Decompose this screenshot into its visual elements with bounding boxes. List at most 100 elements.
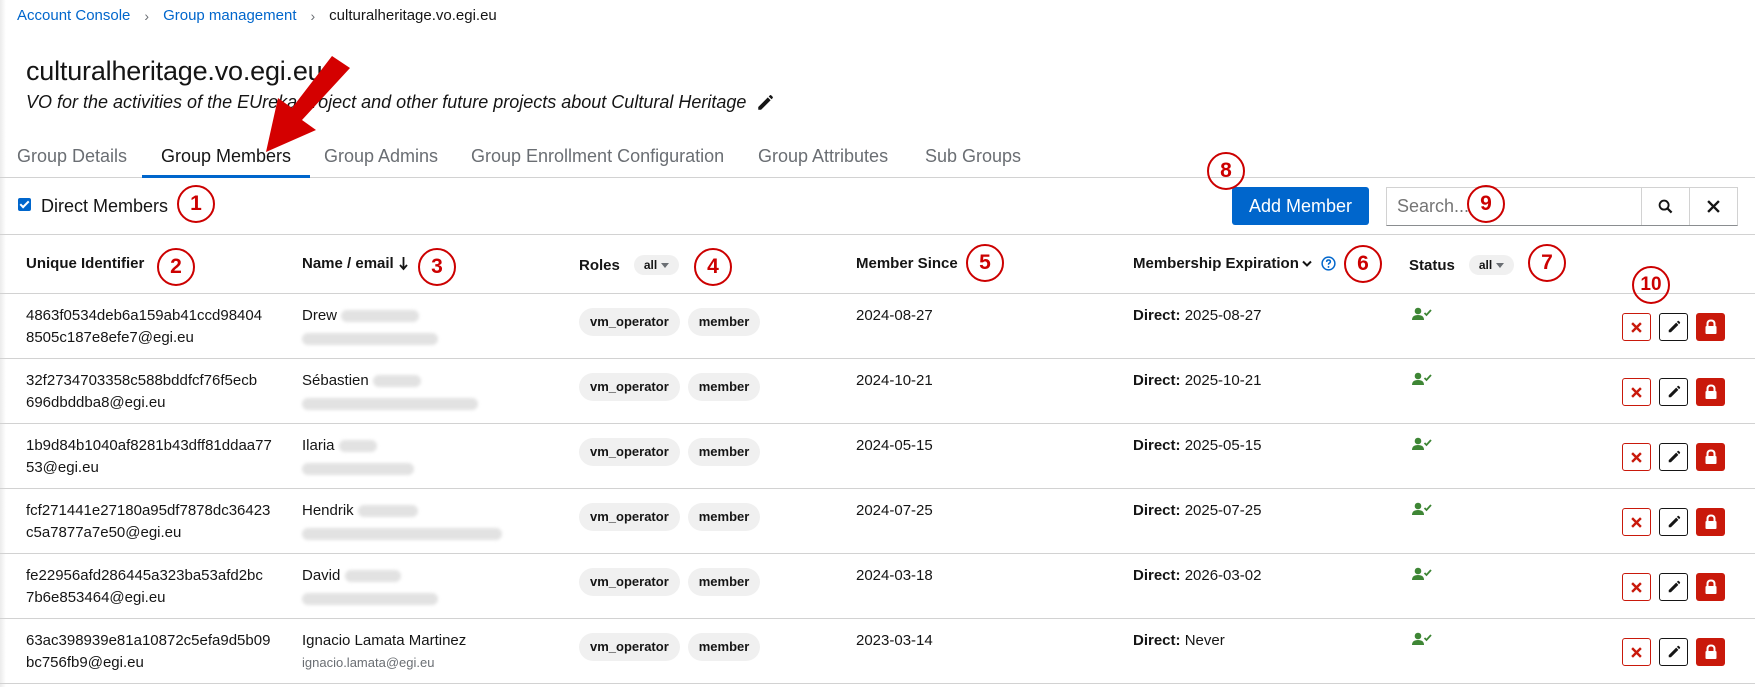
expiration-label: Direct:	[1133, 307, 1181, 324]
annotation-marker: 4	[694, 248, 732, 286]
uid-cell: fcf271441e27180a95df7878dc36423 c5a7877a7…	[26, 500, 270, 544]
expiration-cell: Direct: 2025-07-25	[1133, 500, 1261, 522]
add-member-button[interactable]: Add Member	[1232, 187, 1369, 225]
remove-member-button[interactable]	[1622, 508, 1651, 536]
delete-icon	[1631, 321, 1642, 333]
edit-icon	[1668, 515, 1680, 528]
edit-member-button[interactable]	[1659, 573, 1688, 601]
roles-filter-dropdown[interactable]: all	[633, 255, 680, 275]
suspend-member-button[interactable]	[1696, 378, 1725, 406]
table-header: Unique Identifier Name / email Roles all…	[0, 234, 1755, 294]
status-filter-dropdown[interactable]: all	[1468, 255, 1515, 275]
member-since-cell: 2024-07-25	[856, 502, 933, 519]
uid-part2: 8505c187e8efe7@egi.eu	[26, 329, 194, 346]
redacted-surname	[372, 375, 421, 388]
redacted-email	[302, 592, 438, 605]
annotation-marker: 8	[1207, 152, 1245, 190]
tab-group-members[interactable]: Group Members	[142, 136, 311, 178]
annotation-marker: 2	[157, 248, 195, 286]
roles-cell: vm_operator member	[579, 503, 761, 531]
delete-icon	[1631, 581, 1642, 593]
uid-part2: 696dbddba8@egi.eu	[26, 394, 166, 411]
redacted-email	[302, 527, 502, 540]
table-row: 63ac398939e81a10872c5efa9d5b09 bc756fb9@e…	[0, 619, 1755, 684]
remove-member-button[interactable]	[1622, 313, 1651, 341]
status-filter-value: all	[1478, 258, 1493, 272]
roles-cell: vm_operator member	[579, 633, 761, 661]
breadcrumb-account-console[interactable]: Account Console	[17, 7, 130, 24]
annotation-marker: 1	[177, 185, 215, 223]
tab-group-attributes[interactable]: Group Attributes	[758, 136, 888, 178]
chevron-down-icon[interactable]	[1302, 260, 1312, 268]
roles-cell: vm_operator member	[579, 308, 761, 336]
uid-part1: 63ac398939e81a10872c5efa9d5b09	[26, 632, 271, 649]
annotation-marker: 6	[1344, 245, 1382, 283]
tab-group-enrollment-configuration[interactable]: Group Enrollment Configuration	[471, 136, 724, 178]
remove-member-button[interactable]	[1622, 573, 1651, 601]
remove-member-button[interactable]	[1622, 443, 1651, 471]
lock-icon	[1705, 319, 1716, 334]
pencil-icon[interactable]	[756, 94, 774, 112]
clear-search-button[interactable]	[1689, 188, 1737, 225]
suspend-member-button[interactable]	[1696, 573, 1725, 601]
sort-down-icon[interactable]	[399, 256, 408, 271]
suspend-member-button[interactable]	[1696, 638, 1725, 666]
lock-icon	[1705, 384, 1716, 399]
close-icon	[1707, 200, 1720, 213]
expiration-cell: Direct: 2025-05-15	[1133, 435, 1261, 457]
search-input[interactable]	[1387, 188, 1642, 225]
role-chip: vm_operator	[579, 633, 680, 661]
lock-icon	[1705, 514, 1716, 529]
search-box	[1386, 187, 1738, 226]
suspend-member-button[interactable]	[1696, 508, 1725, 536]
column-header-since: Member Since	[856, 255, 958, 272]
expiration-value: Never	[1184, 632, 1225, 649]
user-check-icon	[1412, 372, 1432, 385]
status-cell	[1412, 371, 1432, 393]
user-check-icon	[1412, 567, 1432, 580]
edit-member-button[interactable]	[1659, 313, 1688, 341]
uid-part2: c5a7877a7e50@egi.eu	[26, 524, 182, 541]
tab-sub-groups[interactable]: Sub Groups	[925, 136, 1021, 178]
member-email	[302, 327, 438, 349]
member-email	[302, 522, 502, 544]
column-header-expiration[interactable]: Membership Expiration	[1133, 255, 1336, 272]
suspend-member-button[interactable]	[1696, 313, 1725, 341]
member-since-cell: 2024-05-15	[856, 437, 933, 454]
name-cell: Hendrik	[302, 500, 502, 544]
column-header-name[interactable]: Name / email	[302, 255, 408, 272]
expiration-cell: Direct: 2025-10-21	[1133, 370, 1261, 392]
roles-cell: vm_operator member	[579, 568, 761, 596]
chevron-right-icon: ›	[310, 7, 316, 24]
column-header-uid-label: Unique Identifier	[26, 255, 145, 272]
uid-part1: 32f2734703358c588bddfcf76f5ecb	[26, 372, 258, 389]
direct-members-label: Direct Members	[41, 196, 169, 216]
uid-cell: 4863f0534deb6a159ab41ccd98404 8505c187e8e…	[26, 305, 262, 349]
status-cell	[1412, 566, 1432, 588]
search-button[interactable]	[1641, 188, 1689, 225]
breadcrumb-group-management[interactable]: Group management	[163, 7, 296, 24]
suspend-member-button[interactable]	[1696, 443, 1725, 471]
help-icon[interactable]	[1321, 256, 1336, 271]
expiration-value: 2026-03-02	[1184, 567, 1262, 584]
tab-group-details[interactable]: Group Details	[17, 136, 127, 178]
edit-member-button[interactable]	[1659, 508, 1688, 536]
name-cell: David	[302, 565, 438, 609]
edit-member-button[interactable]	[1659, 443, 1688, 471]
tab-group-admins[interactable]: Group Admins	[324, 136, 438, 178]
column-header-uid: Unique Identifier	[26, 255, 144, 272]
remove-member-button[interactable]	[1622, 638, 1651, 666]
column-header-roles: Roles all	[579, 255, 680, 275]
direct-members-toggle[interactable]: Direct Members	[18, 196, 168, 217]
table-row: 1b9d84b1040af8281b43dff81ddaa77 53@egi.eu…	[0, 424, 1755, 489]
role-chip: member	[687, 373, 761, 401]
expiration-cell: Direct: 2026-03-02	[1133, 565, 1261, 587]
edit-member-button[interactable]	[1659, 638, 1688, 666]
edit-icon	[1668, 320, 1680, 333]
uid-cell: 1b9d84b1040af8281b43dff81ddaa77 53@egi.eu	[26, 435, 272, 479]
edit-member-button[interactable]	[1659, 378, 1688, 406]
remove-member-button[interactable]	[1622, 378, 1651, 406]
row-actions	[1622, 378, 1725, 406]
direct-members-checkbox[interactable]	[18, 198, 31, 211]
expiration-label: Direct:	[1133, 567, 1181, 584]
